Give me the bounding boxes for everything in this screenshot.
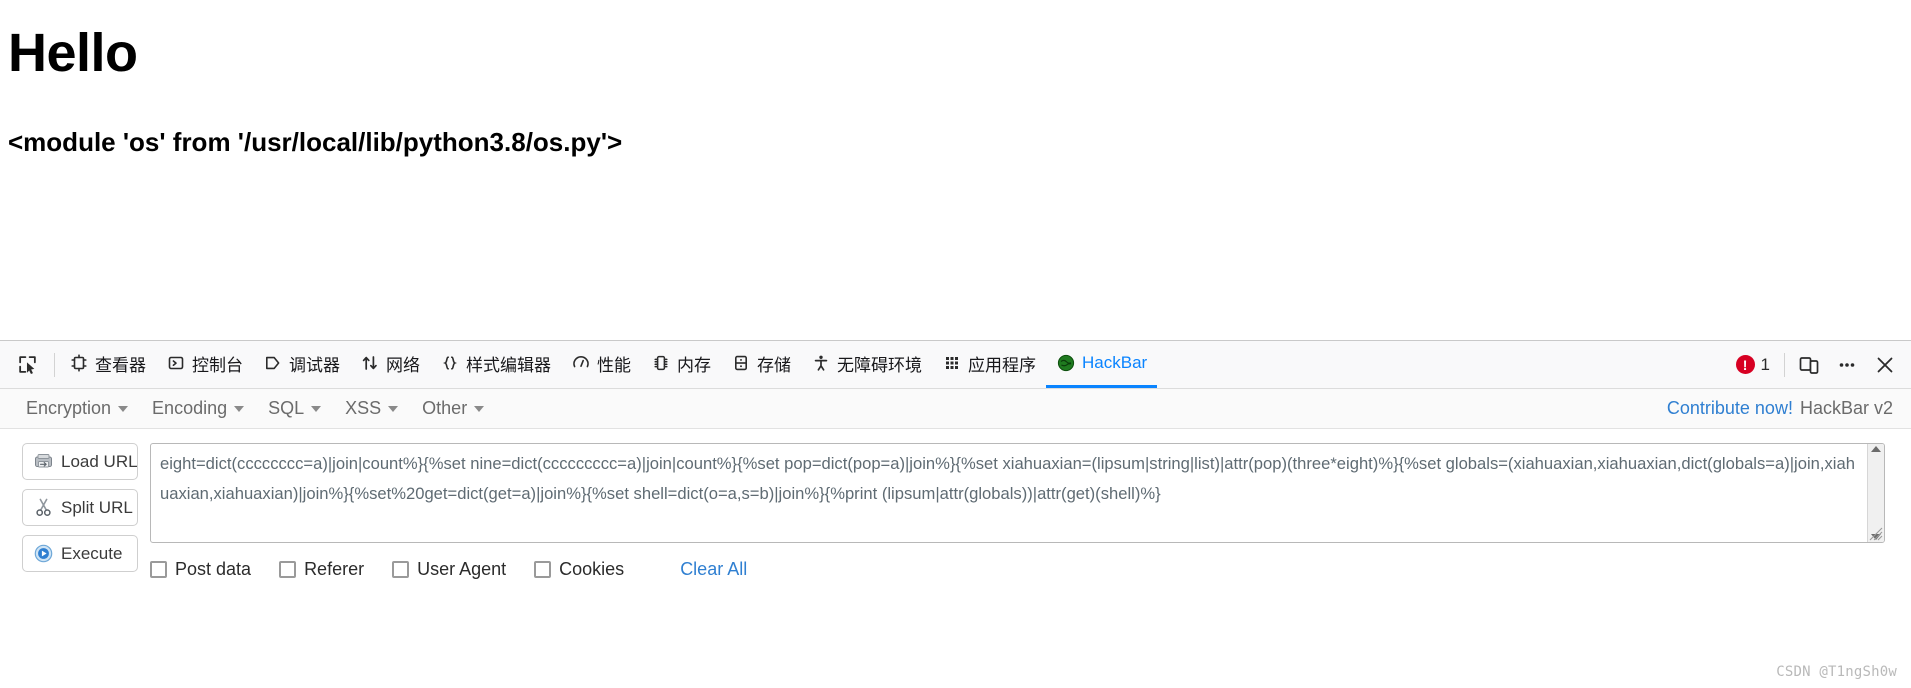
checkbox-label: Post data	[175, 559, 252, 579]
toolbar-divider	[1784, 352, 1785, 377]
execute-button[interactable]: Execute	[22, 535, 138, 572]
tab-storage[interactable]: 存储	[721, 341, 801, 388]
hackbar-body: Load URL Split URL Execute eight=dict(cc…	[0, 429, 1911, 688]
tab-label: 内存	[677, 355, 711, 375]
tab-label: HackBar	[1082, 353, 1148, 372]
tab-debugger[interactable]: 调试器	[253, 341, 350, 388]
hackbar-action-buttons: Load URL Split URL Execute	[12, 443, 138, 688]
tab-console[interactable]: 控制台	[156, 341, 253, 388]
toolbar-divider	[54, 352, 55, 377]
error-count-label: 1	[1760, 354, 1770, 374]
checkbox-user-agent[interactable]: User Agent	[392, 559, 506, 580]
close-icon[interactable]	[1867, 348, 1903, 382]
application-icon	[942, 354, 961, 373]
chevron-down-icon	[388, 405, 399, 412]
page-title: Hello	[8, 23, 138, 83]
checkbox-box[interactable]	[534, 561, 552, 578]
tab-label: 存储	[757, 355, 791, 375]
tab-style-editor[interactable]: 样式编辑器	[430, 341, 561, 388]
chevron-down-icon	[234, 405, 245, 412]
page-output-text: <module 'os' from '/usr/local/lib/python…	[8, 127, 623, 158]
chevron-down-icon	[118, 405, 129, 412]
clear-all-link[interactable]: Clear All	[680, 559, 747, 580]
hackbar-options-row: Post data Referer User Agent Cookies Cle…	[150, 559, 1885, 580]
tab-label: 查看器	[95, 355, 146, 375]
devtools-panel: 查看器 控制台 调试器 网络 样式编辑器 性能 内存 存储 无障碍环境 应用程序…	[0, 340, 1911, 688]
error-circle-icon: !	[1735, 355, 1755, 374]
menu-label: Encryption	[26, 398, 112, 418]
devtools-toolbar: 查看器 控制台 调试器 网络 样式编辑器 性能 内存 存储 无障碍环境 应用程序…	[0, 341, 1911, 389]
tab-label: 性能	[597, 355, 631, 375]
inspector-icon	[69, 354, 88, 373]
tab-label: 控制台	[192, 355, 243, 375]
checkbox-label: Referer	[304, 559, 365, 579]
load-url-icon	[33, 452, 53, 472]
menu-other[interactable]: Other	[410, 394, 496, 423]
scrollbar-track[interactable]	[1868, 452, 1884, 534]
checkbox-referer[interactable]: Referer	[279, 559, 364, 580]
storage-icon	[731, 354, 750, 373]
tab-accessibility[interactable]: 无障碍环境	[801, 341, 932, 388]
hackbar-menubar: Encryption Encoding SQL XSS Other Contri…	[0, 389, 1911, 429]
accessibility-icon	[811, 354, 830, 373]
contribute-link[interactable]: Contribute now!	[1667, 398, 1793, 419]
menu-xss[interactable]: XSS	[333, 394, 410, 423]
checkbox-box[interactable]	[150, 561, 167, 578]
tab-label: 无障碍环境	[837, 355, 922, 375]
tab-inspector[interactable]: 查看器	[59, 341, 156, 388]
hackbar-menubar-right: Contribute now! HackBar v2	[1667, 398, 1901, 419]
menu-label: Other	[422, 398, 468, 418]
tab-performance[interactable]: 性能	[561, 341, 641, 388]
checkbox-label: User Agent	[417, 559, 507, 579]
chevron-down-icon	[311, 405, 322, 412]
menu-label: SQL	[268, 398, 305, 418]
button-label: Load URL	[61, 451, 138, 471]
menu-encryption[interactable]: Encryption	[14, 394, 140, 423]
checkbox-post-data[interactable]: Post data	[150, 559, 251, 580]
menu-label: XSS	[345, 398, 382, 418]
debugger-icon	[263, 354, 282, 373]
chevron-down-icon	[474, 405, 485, 412]
console-icon	[166, 354, 185, 373]
menu-label: Encoding	[152, 398, 228, 418]
tab-memory[interactable]: 内存	[641, 341, 721, 388]
url-input[interactable]	[151, 444, 1867, 542]
watermark-text: CSDN @T1ngSh0w	[1776, 664, 1897, 680]
textarea-resize-handle[interactable]	[1869, 527, 1883, 541]
checkbox-cookies[interactable]: Cookies	[534, 559, 624, 580]
button-label: Split URL	[61, 497, 133, 517]
menu-encoding[interactable]: Encoding	[140, 394, 256, 423]
devtools-tab-list: 查看器 控制台 调试器 网络 样式编辑器 性能 内存 存储 无障碍环境 应用程序…	[4, 341, 1736, 388]
network-icon	[360, 354, 379, 373]
checkbox-label: Cookies	[559, 559, 625, 579]
hackbar-icon	[1056, 354, 1075, 373]
tab-application[interactable]: 应用程序	[932, 341, 1046, 388]
tab-label: 网络	[386, 355, 420, 375]
split-url-button[interactable]: Split URL	[22, 489, 138, 526]
tab-network[interactable]: 网络	[350, 341, 430, 388]
more-options-icon[interactable]	[1829, 348, 1865, 382]
tab-label: 应用程序	[968, 355, 1036, 375]
tab-label: 调试器	[289, 355, 340, 375]
hackbar-main-column: Post data Referer User Agent Cookies Cle…	[150, 443, 1899, 688]
url-textarea-wrapper	[150, 443, 1885, 543]
checkbox-box[interactable]	[392, 561, 410, 578]
execute-play-icon	[33, 544, 53, 564]
tab-hackbar[interactable]: HackBar	[1046, 341, 1158, 388]
checkbox-box[interactable]	[279, 561, 297, 578]
button-label: Execute	[61, 543, 123, 563]
tab-label: 样式编辑器	[466, 355, 551, 375]
memory-icon	[651, 354, 670, 373]
style-editor-icon	[440, 354, 459, 373]
menu-sql[interactable]: SQL	[256, 394, 333, 423]
devtools-toolbar-actions: ! 1	[1735, 341, 1903, 388]
performance-icon	[571, 354, 590, 373]
rendered-web-page: Hello <module 'os' from '/usr/local/lib/…	[0, 0, 1911, 340]
load-url-button[interactable]: Load URL	[22, 443, 138, 480]
responsive-design-mode-icon[interactable]	[1791, 348, 1827, 382]
error-count-badge[interactable]: ! 1	[1735, 354, 1770, 375]
element-picker-icon[interactable]	[10, 348, 44, 382]
hackbar-version-label: HackBar v2	[1799, 398, 1893, 418]
split-url-scissors-icon	[33, 498, 53, 518]
